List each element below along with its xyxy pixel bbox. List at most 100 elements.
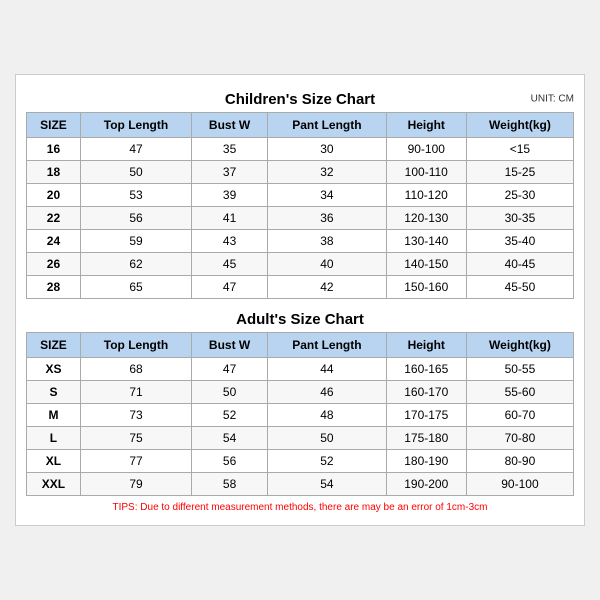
table-cell: 48 <box>268 404 386 427</box>
table-cell: 190-200 <box>386 473 466 496</box>
table-cell: 25-30 <box>466 184 573 207</box>
table-cell: 43 <box>192 230 268 253</box>
table-cell: 100-110 <box>386 161 466 184</box>
adults-header-row: SIZE Top Length Bust W Pant Length Heigh… <box>27 333 574 358</box>
table-cell: 41 <box>192 207 268 230</box>
table-row: 1647353090-100<15 <box>27 138 574 161</box>
adults-col-bustw: Bust W <box>192 333 268 358</box>
table-cell: 20 <box>27 184 81 207</box>
table-cell: 40-45 <box>466 253 573 276</box>
table-row: 20533934110-12025-30 <box>27 184 574 207</box>
table-cell: 170-175 <box>386 404 466 427</box>
table-cell: 70-80 <box>466 427 573 450</box>
table-row: 22564136120-13030-35 <box>27 207 574 230</box>
adults-table: SIZE Top Length Bust W Pant Length Heigh… <box>26 332 574 496</box>
table-cell: 60-70 <box>466 404 573 427</box>
table-row: S715046160-17055-60 <box>27 381 574 404</box>
adults-title-text: Adult's Size Chart <box>236 311 364 328</box>
table-cell: XXL <box>27 473 81 496</box>
children-header-row: SIZE Top Length Bust W Pant Length Heigh… <box>27 113 574 138</box>
table-cell: 32 <box>268 161 386 184</box>
table-cell: 58 <box>192 473 268 496</box>
table-row: 24594338130-14035-40 <box>27 230 574 253</box>
table-cell: 35 <box>192 138 268 161</box>
table-cell: 180-190 <box>386 450 466 473</box>
table-cell: 90-100 <box>386 138 466 161</box>
table-cell: 37 <box>192 161 268 184</box>
table-cell: 73 <box>80 404 191 427</box>
table-cell: 56 <box>80 207 191 230</box>
table-cell: 36 <box>268 207 386 230</box>
table-cell: 54 <box>192 427 268 450</box>
table-cell: 30-35 <box>466 207 573 230</box>
table-cell: 56 <box>192 450 268 473</box>
children-title-text: Children's Size Chart <box>225 91 375 108</box>
table-cell: 75 <box>80 427 191 450</box>
table-row: 18503732100-11015-25 <box>27 161 574 184</box>
table-cell: 47 <box>192 276 268 299</box>
tips-text: TIPS: Due to different measurement metho… <box>26 496 574 515</box>
table-cell: 22 <box>27 207 81 230</box>
table-cell: XL <box>27 450 81 473</box>
table-cell: 46 <box>268 381 386 404</box>
table-row: 28654742150-16045-50 <box>27 276 574 299</box>
children-col-toplength: Top Length <box>80 113 191 138</box>
unit-label: UNIT: CM <box>531 93 574 104</box>
adults-section-title: Adult's Size Chart <box>26 305 574 332</box>
table-cell: 50 <box>80 161 191 184</box>
table-cell: 80-90 <box>466 450 573 473</box>
table-cell: 26 <box>27 253 81 276</box>
table-cell: <15 <box>466 138 573 161</box>
table-cell: 30 <box>268 138 386 161</box>
adults-col-height: Height <box>386 333 466 358</box>
table-cell: 175-180 <box>386 427 466 450</box>
table-cell: 68 <box>80 358 191 381</box>
children-col-pantlength: Pant Length <box>268 113 386 138</box>
table-cell: 120-130 <box>386 207 466 230</box>
table-cell: 34 <box>268 184 386 207</box>
table-cell: XS <box>27 358 81 381</box>
table-cell: 55-60 <box>466 381 573 404</box>
children-col-height: Height <box>386 113 466 138</box>
table-cell: 79 <box>80 473 191 496</box>
table-cell: 65 <box>80 276 191 299</box>
adults-col-toplength: Top Length <box>80 333 191 358</box>
table-cell: 50 <box>268 427 386 450</box>
table-cell: 35-40 <box>466 230 573 253</box>
table-cell: 38 <box>268 230 386 253</box>
table-row: XS684744160-16550-55 <box>27 358 574 381</box>
table-cell: 62 <box>80 253 191 276</box>
table-cell: 45-50 <box>466 276 573 299</box>
children-table: SIZE Top Length Bust W Pant Length Heigh… <box>26 112 574 299</box>
table-cell: 160-170 <box>386 381 466 404</box>
table-row: M735248170-17560-70 <box>27 404 574 427</box>
table-cell: 47 <box>80 138 191 161</box>
table-cell: 50 <box>192 381 268 404</box>
table-cell: 18 <box>27 161 81 184</box>
adults-col-size: SIZE <box>27 333 81 358</box>
table-row: XXL795854190-20090-100 <box>27 473 574 496</box>
table-cell: 90-100 <box>466 473 573 496</box>
table-cell: 52 <box>268 450 386 473</box>
table-cell: 15-25 <box>466 161 573 184</box>
table-cell: M <box>27 404 81 427</box>
table-cell: 24 <box>27 230 81 253</box>
table-cell: 130-140 <box>386 230 466 253</box>
table-cell: S <box>27 381 81 404</box>
table-cell: 42 <box>268 276 386 299</box>
children-col-weight: Weight(kg) <box>466 113 573 138</box>
table-cell: 39 <box>192 184 268 207</box>
table-cell: 110-120 <box>386 184 466 207</box>
table-cell: 40 <box>268 253 386 276</box>
children-col-size: SIZE <box>27 113 81 138</box>
table-cell: 53 <box>80 184 191 207</box>
table-cell: 52 <box>192 404 268 427</box>
table-cell: 16 <box>27 138 81 161</box>
table-cell: 150-160 <box>386 276 466 299</box>
table-cell: 140-150 <box>386 253 466 276</box>
table-cell: L <box>27 427 81 450</box>
adults-col-pantlength: Pant Length <box>268 333 386 358</box>
table-cell: 59 <box>80 230 191 253</box>
children-section-title: Children's Size Chart UNIT: CM <box>26 85 574 112</box>
table-cell: 54 <box>268 473 386 496</box>
